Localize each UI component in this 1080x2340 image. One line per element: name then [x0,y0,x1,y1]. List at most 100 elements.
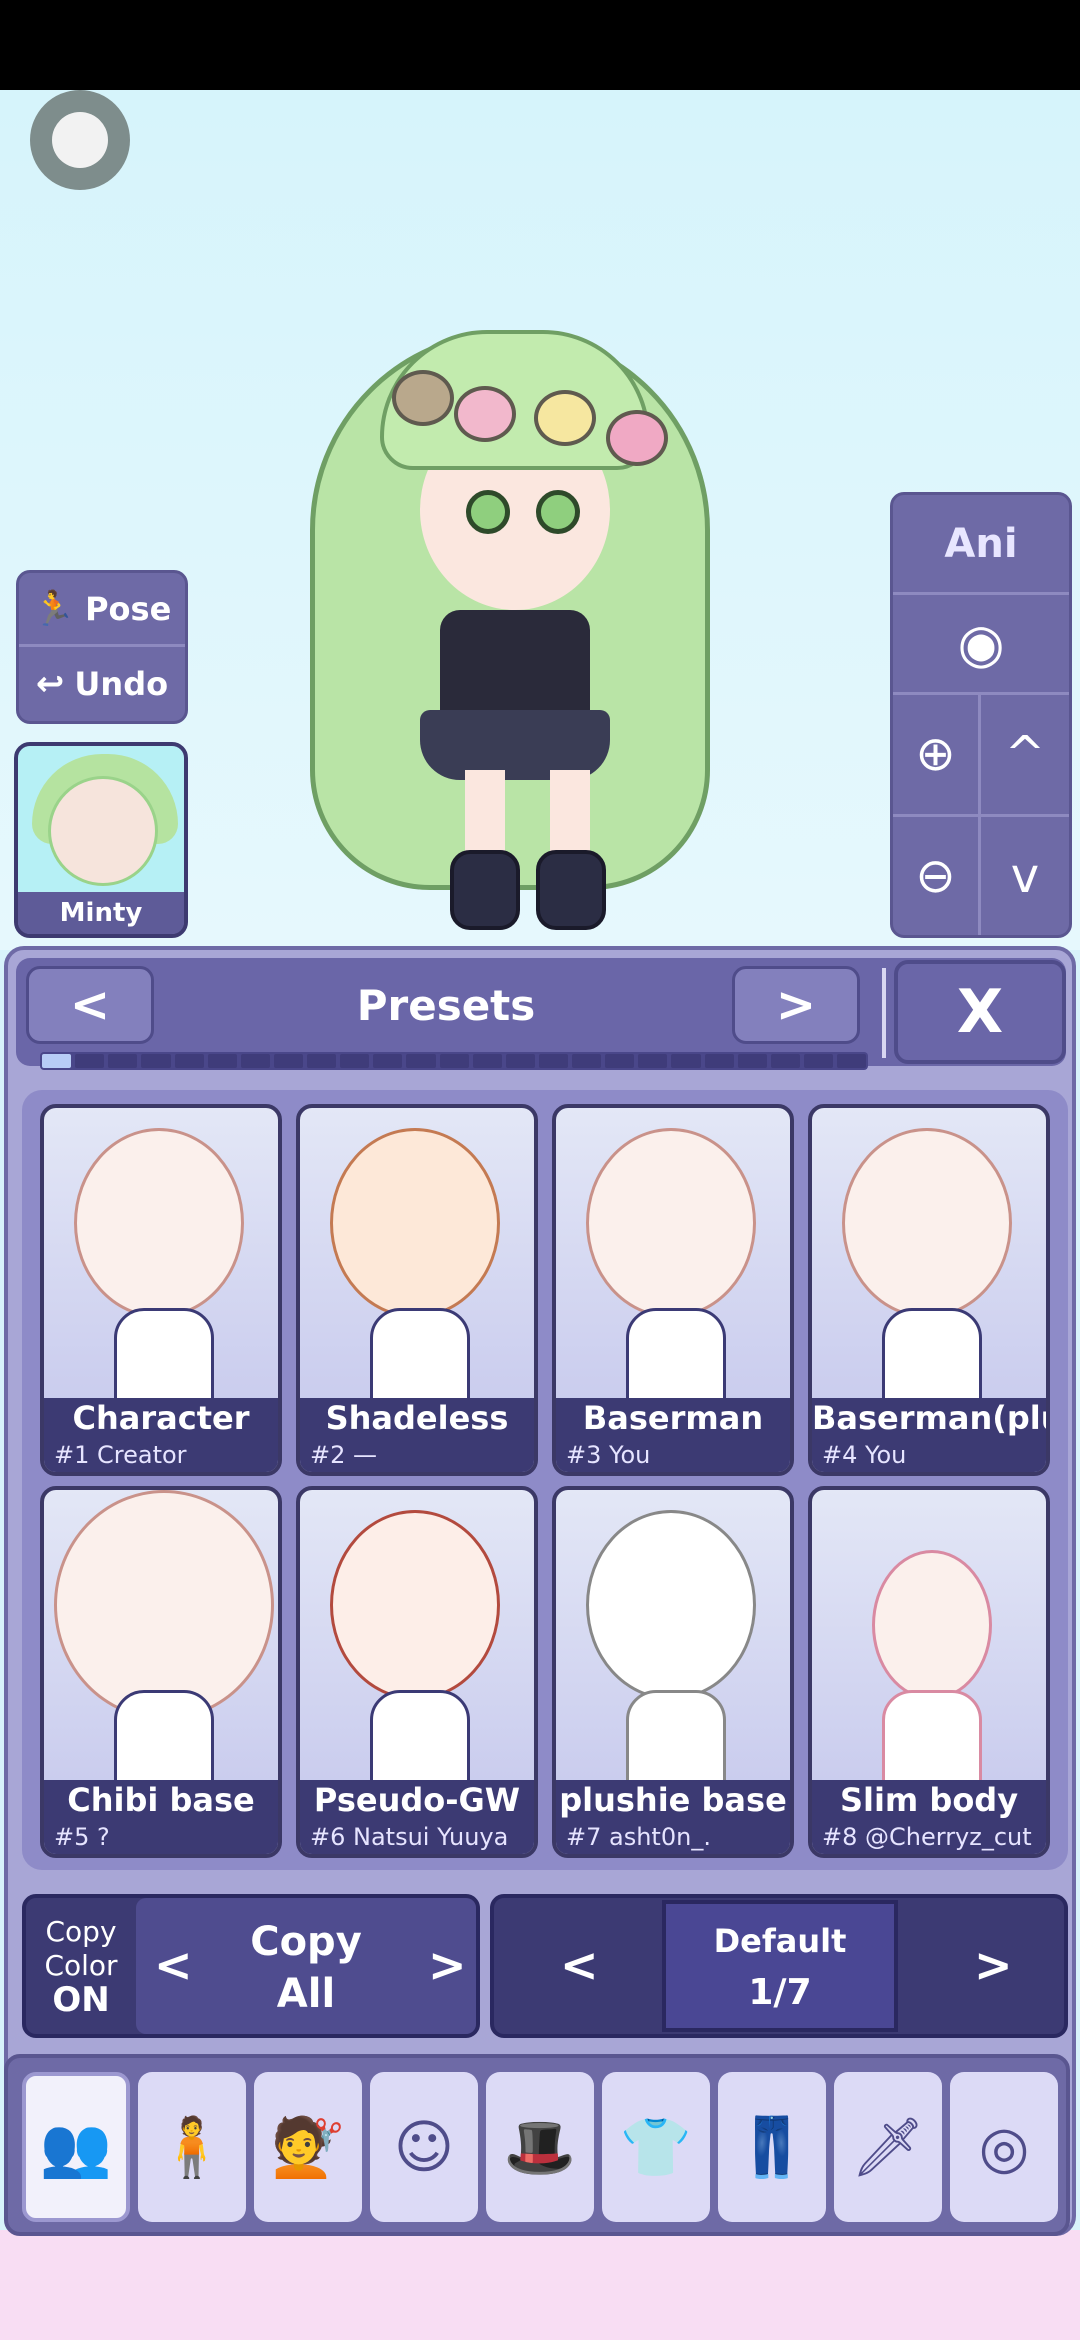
category-hair[interactable]: 💇 [254,2072,362,2222]
zoom-out-button[interactable]: ⊖ [893,816,981,935]
undo-button[interactable]: ↩ Undo [19,647,185,721]
preset-name: Baserman [556,1398,790,1438]
category-face[interactable]: ☺ [370,2072,478,2222]
slot-page: 1/7 [748,1972,812,2013]
zoom-in-button[interactable]: ⊕ [893,695,981,817]
copy-mode-prev-button[interactable]: < [154,1938,193,1992]
preset-card[interactable]: Baserman #3 You [552,1104,794,1476]
preset-author: #1 Creator [44,1438,278,1472]
category-bottom[interactable]: 👖 [718,2072,826,2222]
presets-panel: < Presets > X Character #1 Creator Shade… [4,946,1076,2236]
preset-thumbnail [74,1128,244,1318]
view-toolbar: Ani ◉ ⊕ ^ ⊖ v [890,492,1072,938]
accessories-icon: 🎩 [503,2112,577,2181]
preset-name: Baserman(plu [812,1398,1046,1438]
eye-icon: ◉ [957,612,1005,675]
status-bar [0,0,1080,90]
preset-name: Pseudo-GW [300,1780,534,1820]
right-eye [536,490,580,534]
preset-thumbnail [586,1510,756,1700]
category-bar: 👥 🧍 💇 ☺ 🎩 👕 👖 🗡 ◎ [4,2054,1070,2236]
slot-name: Default [713,1922,847,1960]
preset-author: #8 @Cherryz_cut [812,1820,1046,1854]
panel-header: < Presets > X [16,958,1066,1070]
header-divider [882,968,886,1058]
next-page-button[interactable]: > [732,966,860,1044]
pose-button[interactable]: 🏃 Pose [19,573,185,647]
preset-name: Character [44,1398,278,1438]
pose-undo-toolbar: 🏃 Pose ↩ Undo [16,570,188,724]
flower-icon [606,410,668,466]
copy-color-toggle[interactable]: Copy Color ON [26,1898,136,2034]
preset-thumbnail [330,1128,500,1318]
zoom-in-icon: ⊕ [915,726,956,783]
bottom-icon: 👖 [735,2112,809,2181]
flower-icon [454,386,516,442]
move-down-button[interactable]: v [981,817,1069,936]
category-top[interactable]: 👕 [602,2072,710,2222]
character-figure[interactable] [300,290,720,940]
profile-icon: ◎ [978,2113,1030,2181]
copy-color-state: ON [52,1980,110,2020]
preset-thumbnail [872,1550,992,1700]
preset-author: #7 asht0n_. [556,1820,790,1854]
character-name: Minty [18,892,184,934]
hair-icon: 💇 [271,2112,345,2181]
flower-icon [534,390,596,446]
preset-card[interactable]: Chibi base #5 ? [40,1486,282,1858]
slot-prev-button[interactable]: < [560,1938,599,1992]
preset-card[interactable]: Baserman(plu #4 You [808,1104,1050,1476]
visibility-button[interactable]: ◉ [893,595,1069,695]
preset-card[interactable]: Shadeless #2 — [296,1104,538,1476]
close-button[interactable]: X [894,960,1066,1064]
preset-thumbnail [842,1128,1012,1318]
preset-card[interactable]: Slim body #8 @Cherryz_cut [808,1486,1050,1858]
flower-icon [392,370,454,426]
prev-page-button[interactable]: < [26,966,154,1044]
category-body[interactable]: 🧍 [138,2072,246,2222]
copy-controls: Copy Color ON < Copy All > [22,1894,480,2038]
avatar [48,776,158,886]
copy-mode-selector: < Copy All > [136,1898,476,2034]
undo-label: Undo [74,665,169,703]
copy-mode-label[interactable]: Copy All [196,1916,416,2020]
preset-card[interactable]: Character #1 Creator [40,1104,282,1476]
slot-current[interactable]: Default 1/7 [662,1900,898,2032]
preset-thumbnail [586,1128,756,1318]
page-progress-bar [40,1052,868,1070]
left-shoe [450,850,520,930]
preset-author: #3 You [556,1438,790,1472]
category-weapon[interactable]: 🗡 [834,2072,942,2222]
preset-name: Slim body [812,1780,1046,1820]
ani-button[interactable]: Ani [893,495,1069,595]
preset-thumbnail [330,1510,500,1700]
slot-next-button[interactable]: > [974,1938,1013,1992]
preset-card[interactable]: Pseudo-GW #6 Natsui Yuuya [296,1486,538,1858]
category-accessories[interactable]: 🎩 [486,2072,594,2222]
preset-card[interactable]: plushie base #7 asht0n_. [552,1486,794,1858]
left-eye [466,490,510,534]
pose-label: Pose [85,589,172,628]
category-profile[interactable]: ◎ [950,2072,1058,2222]
characters-icon: 👥 [39,2112,113,2181]
chevron-down-icon: v [1010,847,1040,904]
preset-author: #6 Natsui Yuuya [300,1820,534,1854]
preset-name: plushie base [556,1780,790,1820]
undo-icon: ↩ [35,664,65,704]
preset-author: #4 You [812,1438,1046,1472]
panel-title: Presets [356,981,536,1030]
zoom-out-icon: ⊖ [915,847,956,904]
face-icon: ☺ [393,2113,455,2181]
move-up-button[interactable]: ^ [981,695,1069,817]
copy-mode-next-button[interactable]: > [428,1938,467,1992]
category-characters[interactable]: 👥 [22,2072,130,2222]
preset-thumbnail [54,1490,274,1720]
slot-selector: < Default 1/7 > [490,1894,1068,2038]
bottom-background [0,2230,1080,2340]
record-button[interactable] [30,90,130,190]
top-icon: 👕 [619,2112,693,2181]
body-icon: 🧍 [155,2112,229,2181]
preset-name: Chibi base [44,1780,278,1820]
preset-author: #2 — [300,1438,534,1472]
character-select-card[interactable]: Minty [14,742,188,938]
